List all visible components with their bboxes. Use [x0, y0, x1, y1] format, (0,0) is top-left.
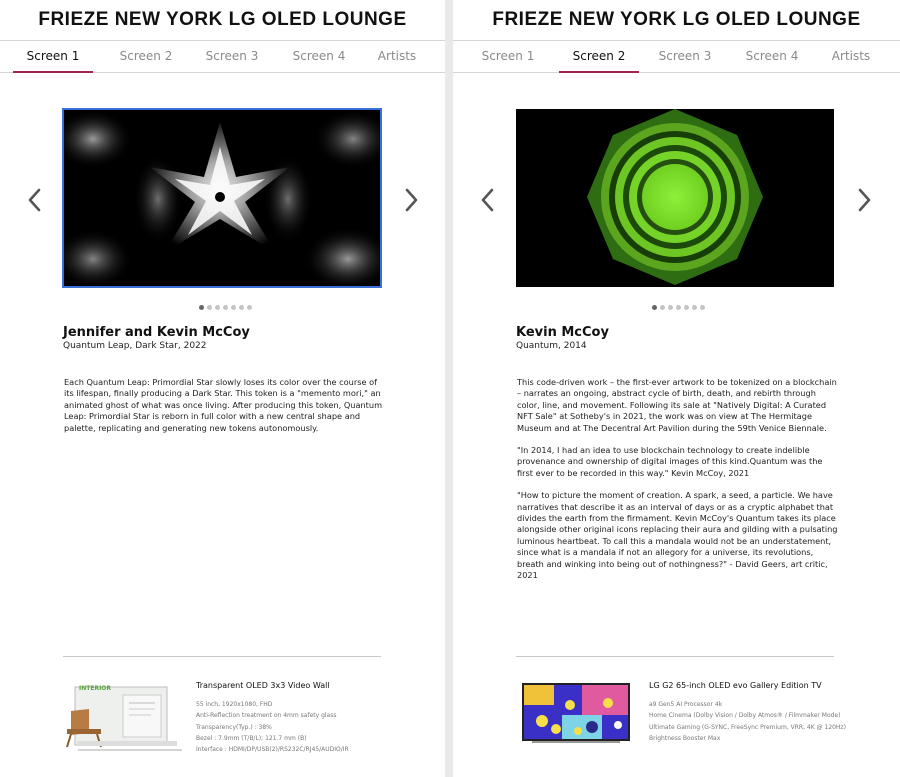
spec-line: Home Cinema (Dolby Vision / Dolby Atmos®…: [649, 712, 841, 720]
page-title: FRIEZE NEW YORK LG OLED LOUNGE: [492, 9, 861, 30]
carousel-dot[interactable]: [668, 305, 673, 310]
tab-screen-3[interactable]: Screen 3: [645, 41, 725, 72]
thumbnail-label: INTERIOR: [79, 685, 112, 692]
spec-line: Bezel : 7.9mm (T/B/L); 121.7 mm (B): [196, 734, 307, 742]
tab-screen-1[interactable]: Screen 1: [468, 41, 548, 72]
tab-screen-2[interactable]: Screen 2: [106, 41, 186, 72]
carousel-dot[interactable]: [660, 305, 665, 310]
artwork-title: Quantum, 2014: [516, 341, 587, 351]
carousel-dot[interactable]: [676, 305, 681, 310]
divider: [516, 656, 834, 657]
description-paragraph: "In 2014, I had an idea to use blockchai…: [517, 445, 823, 478]
tab-screen-4[interactable]: Screen 4: [732, 41, 812, 72]
artwork-description: This code-driven work – the first-ever a…: [517, 377, 839, 593]
description-paragraph: "How to picture the moment of creation. …: [517, 490, 838, 581]
tab-screen-4[interactable]: Screen 4: [279, 41, 359, 72]
chevron-right-icon[interactable]: [854, 186, 874, 214]
product-name: Transparent OLED 3x3 Video Wall: [196, 681, 330, 690]
spec-line: Transparency(Typ.) : 38%: [196, 723, 272, 731]
tab-screen-1[interactable]: Screen 1: [13, 41, 93, 73]
artist-name: Kevin McCoy: [516, 325, 609, 340]
artwork-image[interactable]: [62, 108, 382, 288]
spec-line: 55 inch, 1920x1080, FHD: [196, 701, 273, 708]
divider: [63, 656, 381, 657]
artwork-description: Each Quantum Leap: Primordial Star slowl…: [64, 377, 386, 445]
tab-bar: Screen 1 Screen 2 Screen 3 Screen 4 Arti…: [453, 40, 900, 73]
carousel-dot[interactable]: [652, 305, 657, 310]
carousel-dot[interactable]: [199, 305, 204, 310]
description-paragraph: This code-driven work – the first-ever a…: [517, 377, 837, 433]
carousel-dot[interactable]: [215, 305, 220, 310]
carousel-dots[interactable]: [199, 305, 255, 311]
chevron-right-icon[interactable]: [401, 186, 421, 214]
tab-screen-3[interactable]: Screen 3: [192, 41, 272, 72]
spec-line: Interface : HDMI/DP/USB(2)/RS232C/RJ45/A…: [196, 746, 349, 754]
product-specs: a9 Gen5 AI Processor 4k Home Cinema (Dol…: [649, 699, 846, 744]
artwork-title: Quantum Leap, Dark Star, 2022: [63, 341, 207, 351]
carousel-dot[interactable]: [239, 305, 244, 310]
spec-line: Ultimate Gaming (G-SYNC, FreeSync Premiu…: [649, 723, 846, 731]
spec-line: Brightness Booster Max: [649, 734, 721, 742]
product-specs: 55 inch, 1920x1080, FHD Anti-Reflection …: [196, 699, 349, 755]
carousel-dot[interactable]: [684, 305, 689, 310]
artist-name: Jennifer and Kevin McCoy: [63, 325, 250, 340]
product-thumbnail: INTERIOR: [63, 681, 183, 753]
product-thumbnail: [522, 681, 632, 745]
tab-bar: Screen 1 Screen 2 Screen 3 Screen 4 Arti…: [0, 40, 445, 73]
carousel-dot[interactable]: [692, 305, 697, 310]
description-paragraph: Each Quantum Leap: Primordial Star slowl…: [64, 377, 383, 433]
carousel-dots[interactable]: [652, 305, 708, 311]
carousel-dot[interactable]: [700, 305, 705, 310]
product-name: LG G2 65-inch OLED evo Gallery Edition T…: [649, 681, 822, 690]
carousel-dot[interactable]: [207, 305, 212, 310]
screen-1-panel: FRIEZE NEW YORK LG OLED LOUNGE Screen 1 …: [0, 0, 445, 777]
page-title: FRIEZE NEW YORK LG OLED LOUNGE: [38, 9, 407, 30]
tab-screen-2[interactable]: Screen 2: [559, 41, 639, 73]
spec-line: a9 Gen5 AI Processor 4k: [649, 701, 723, 708]
carousel-dot[interactable]: [247, 305, 252, 310]
screen-2-panel: FRIEZE NEW YORK LG OLED LOUNGE Screen 1 …: [453, 0, 900, 777]
carousel-dot[interactable]: [231, 305, 236, 310]
tab-artists[interactable]: Artists: [357, 41, 437, 72]
tab-artists[interactable]: Artists: [811, 41, 891, 72]
chevron-left-icon[interactable]: [25, 186, 45, 214]
carousel-dot[interactable]: [223, 305, 228, 310]
spec-line: Anti-Reflection treatment on 4mm safety …: [196, 712, 337, 720]
artwork-image[interactable]: [516, 109, 834, 287]
chevron-left-icon[interactable]: [478, 186, 498, 214]
